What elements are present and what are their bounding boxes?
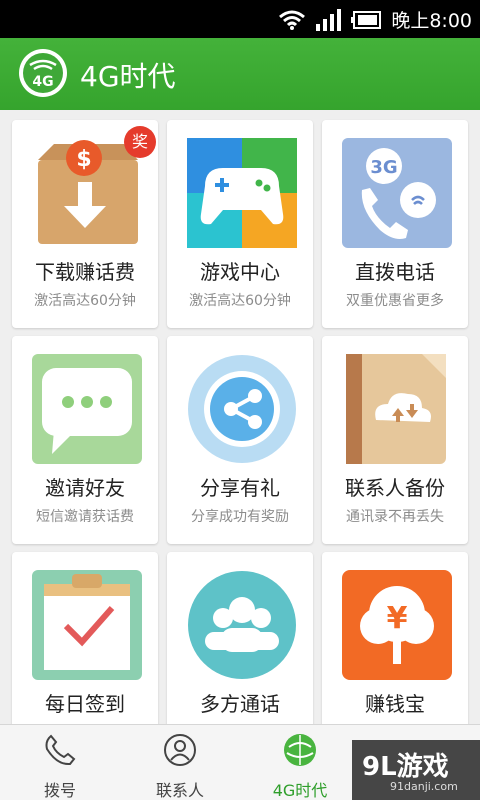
tile-title: 游戏中心 [200,260,280,284]
tile-subtitle: 激活高达60分钟 [34,293,136,309]
tile-daily-checkin[interactable]: 每日签到 [12,552,158,724]
download-box-icon: $ [38,140,138,244]
3g-call-icon: 3G [342,138,452,248]
tile-conference-call[interactable]: 多方通话 [167,552,313,724]
svg-text:¥: ¥ [387,601,408,636]
tile-download-earn[interactable]: $ 奖 下载赚话费 激活高达60分钟 [12,120,158,328]
tile-money-treasure[interactable]: ¥ 赚钱宝 [322,552,468,724]
tile-title: 分享有礼 [200,476,280,500]
tile-direct-call[interactable]: 3G 直拨电话 双重优惠省更多 [322,120,468,328]
tab-label: 拨号 [43,781,76,800]
status-time: 晚上8:00 [391,10,472,32]
watermark-sub: 91danji.com [390,780,458,793]
tab-label: 联系人 [155,781,204,800]
signal-icon [316,8,342,31]
watermark-main: 9L游戏 [362,752,449,782]
tab-dialer[interactable]: 拨号 [0,725,120,800]
tab-label: 4G时代 [272,781,328,800]
tile-title: 邀请好友 [45,476,125,500]
chat-bubble-icon [32,354,142,464]
tile-title: 下载赚话费 [35,260,135,284]
status-bar: 晚上8:00 [0,0,480,38]
group-call-icon [188,571,296,679]
contact-icon [164,734,196,766]
tile-invite-friends[interactable]: 邀请好友 短信邀请获话费 [12,336,158,544]
tile-title: 联系人备份 [345,476,445,500]
tile-subtitle: 分享成功有奖励 [191,509,289,525]
tile-subtitle: 双重优惠省更多 [346,293,444,309]
wifi-icon [279,10,306,30]
svg-text:3G: 3G [370,157,397,178]
tile-subtitle: 通讯录不再丢失 [346,509,444,525]
tile-title: 赚钱宝 [365,692,425,716]
tab-4g-era[interactable]: 4G时代 [240,725,360,800]
checkin-calendar-icon [32,570,142,680]
app-header: 4G 4G时代 [0,38,480,110]
tile-title: 多方通话 [200,692,280,716]
app-logo-text: 4G [32,74,53,90]
contacts-backup-icon [346,354,446,464]
watermark: 9L游戏 91danji.com [352,740,480,800]
tile-contacts-backup[interactable]: 联系人备份 通讯录不再丢失 [322,336,468,544]
tile-subtitle: 短信邀请获话费 [36,509,134,525]
tab-contacts[interactable]: 联系人 [120,725,240,800]
tile-share-gift[interactable]: 分享有礼 分享成功有奖励 [167,336,313,544]
tile-title: 每日签到 [45,692,125,716]
reward-badge: 奖 [124,126,156,158]
tile-game-center[interactable]: 游戏中心 激活高达60分钟 [167,120,313,328]
globe-icon [284,734,316,766]
app-logo-4g: 4G [19,49,67,97]
tile-subtitle: 激活高达60分钟 [189,293,291,309]
gamepad-icon [187,138,297,248]
share-icon [188,355,296,463]
page-title: 4G时代 [80,60,176,93]
money-tree-icon: ¥ [342,570,452,680]
phone-icon [45,734,76,766]
tile-title: 直拨电话 [355,260,435,284]
battery-icon [351,10,382,29]
svg-text:$: $ [76,147,91,172]
feature-grid: $ 奖 下载赚话费 激活高达60分钟 游戏中心 激活高达60分钟 3G 直拨电话… [0,110,480,724]
